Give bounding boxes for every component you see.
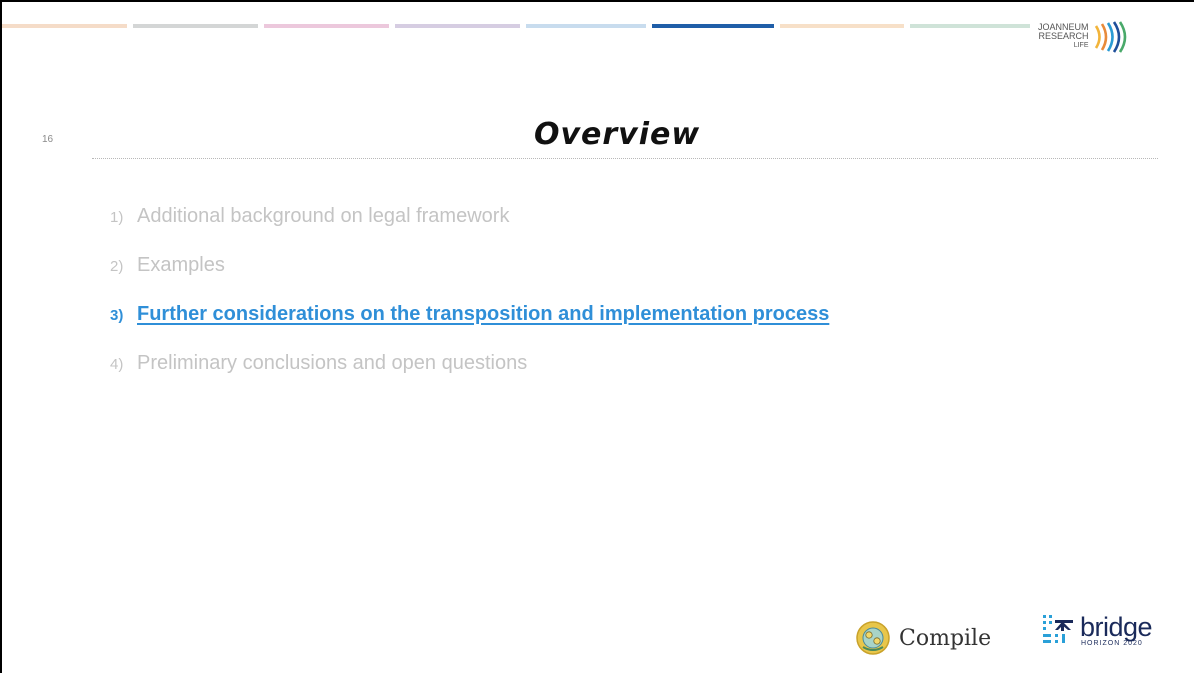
agenda-item-2[interactable]: 2) Examples [110, 254, 829, 303]
agenda-item-link[interactable]: Further considerations on the transposit… [137, 303, 829, 326]
agenda-list: 1) Additional background on legal framew… [110, 205, 829, 401]
color-segment-8 [910, 24, 1030, 28]
agenda-item-text: Examples [137, 254, 225, 276]
agenda-item-number: 4) [110, 356, 124, 373]
title-divider [92, 158, 1158, 159]
color-segment-5 [526, 24, 646, 28]
color-segment-3 [264, 24, 389, 28]
bridge-wordmark: bridge [1080, 611, 1153, 642]
agenda-item-1[interactable]: 1) Additional background on legal framew… [110, 205, 829, 254]
agenda-item-number: 3) [110, 307, 124, 324]
slide: JOANNEUM RESEARCH LIFE 16 Overview 1) Ad… [0, 0, 1194, 673]
color-segment-4 [395, 24, 520, 28]
bridge-logo: bridge HORIZON 2020 [1042, 611, 1153, 647]
color-segment-6-active [652, 24, 774, 28]
color-segment-2 [133, 24, 258, 28]
horizon-2020-tagline: HORIZON 2020 [1081, 639, 1143, 647]
compile-wordmark: Compile [899, 625, 992, 651]
agenda-item-3-active[interactable]: 3) Further considerations on the transpo… [110, 303, 829, 352]
joanneum-research-wordmark: JOANNEUM RESEARCH LIFE [1038, 22, 1089, 50]
joanneum-research-logo: JOANNEUM RESEARCH LIFE [1038, 20, 1158, 54]
compile-emblem-icon [856, 621, 890, 655]
agenda-item-text: Preliminary conclusions and open questio… [137, 352, 528, 374]
agenda-item-number: 1) [110, 209, 124, 226]
agenda-item-number: 2) [110, 258, 124, 275]
bridge-emblem-icon [1043, 615, 1073, 643]
slide-title: Overview [533, 117, 701, 152]
compile-logo: Compile [855, 620, 991, 656]
color-segment-7 [780, 24, 904, 28]
agenda-item-text: Additional background on legal framework [137, 205, 510, 227]
signal-arcs-icon [1094, 21, 1126, 53]
color-segment-1 [2, 24, 127, 28]
agenda-item-4[interactable]: 4) Preliminary conclusions and open ques… [110, 352, 829, 401]
